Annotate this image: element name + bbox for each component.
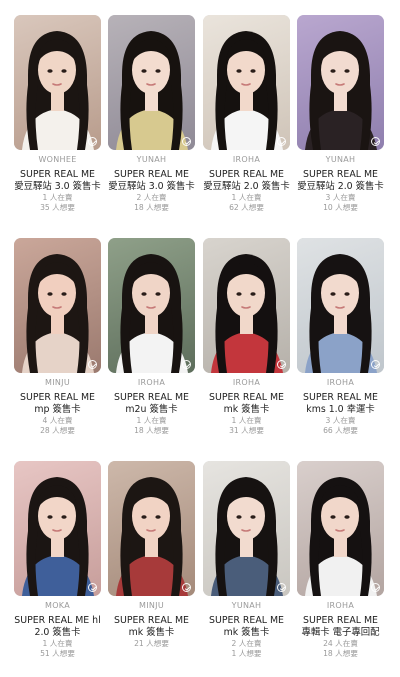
photocard-image[interactable] — [14, 238, 101, 373]
check-circle-icon[interactable] — [182, 583, 191, 592]
photocard-item[interactable]: MINJU SUPER REAL ME mp 簽售卡 4 人在賣 28 人想要 — [13, 238, 102, 435]
photocard-image[interactable] — [108, 238, 195, 373]
photocard-item[interactable]: IROHA SUPER REAL ME m2u 簽售卡 1 人在賣 18 人想要 — [107, 238, 196, 435]
wanted-count: 18 人想要 — [134, 425, 169, 435]
member-name: IROHA — [232, 155, 261, 164]
card-title: SUPER REAL ME 愛豆驛站 2.0 簽售卡 — [203, 169, 290, 192]
card-title: SUPER REAL ME kms 1.0 幸運卡 — [303, 392, 378, 415]
check-circle-icon[interactable] — [182, 137, 191, 146]
photocard-image[interactable] — [14, 461, 101, 596]
member-name: IROHA — [326, 601, 355, 610]
card-title: SUPER REAL ME mk 簽售卡 — [209, 392, 284, 415]
check-circle-icon[interactable] — [277, 137, 286, 146]
selling-count: 1 人在賣 — [136, 416, 167, 425]
member-name: YUNAH — [136, 155, 167, 164]
selling-count: 1 人在賣 — [231, 416, 262, 425]
selling-count: 21 人想要 — [134, 639, 169, 648]
check-circle-icon[interactable] — [182, 360, 191, 369]
wanted-count: 66 人想要 — [323, 425, 358, 435]
card-title: SUPER REAL ME 愛豆驛站 2.0 簽售卡 — [297, 169, 384, 192]
selling-count: 4 人在賣 — [42, 416, 73, 425]
selling-count: 3 人在賣 — [325, 416, 356, 425]
card-title: SUPER REAL ME m2u 簽售卡 — [114, 392, 189, 415]
card-title: SUPER REAL ME 愛豆驛站 3.0 簽售卡 — [14, 169, 101, 192]
wanted-count: 18 人想要 — [134, 202, 169, 212]
member-name: MOKA — [45, 601, 70, 610]
member-name: YUNAH — [325, 155, 356, 164]
check-circle-icon[interactable] — [88, 360, 97, 369]
photocard-item[interactable]: YUNAH SUPER REAL ME 愛豆驛站 2.0 簽售卡 3 人在賣 10 人… — [296, 15, 385, 212]
photocard-image[interactable] — [108, 461, 195, 596]
check-circle-icon[interactable] — [277, 360, 286, 369]
card-title: SUPER REAL ME 愛豆驛站 3.0 簽售卡 — [108, 169, 195, 192]
wanted-count: 62 人想要 — [229, 202, 264, 212]
member-name: MINJU — [139, 601, 164, 610]
selling-count: 2 人在賣 — [231, 639, 262, 648]
photocard-image[interactable] — [297, 15, 384, 150]
photocard-grid: WONHEE SUPER REAL ME 愛豆驛站 3.0 簽售卡 1 人在賣 35 … — [0, 0, 400, 677]
photocard-image[interactable] — [203, 238, 290, 373]
member-name: IROHA — [326, 378, 355, 387]
check-circle-icon[interactable] — [88, 137, 97, 146]
check-circle-icon[interactable] — [371, 360, 380, 369]
photocard-image[interactable] — [108, 15, 195, 150]
check-circle-icon[interactable] — [88, 583, 97, 592]
photocard-item[interactable]: YUNAH SUPER REAL ME 愛豆驛站 3.0 簽售卡 2 人在賣 18 人… — [107, 15, 196, 212]
card-title: SUPER REAL ME 專輯卡 電子專回配 — [301, 615, 380, 638]
card-title: SUPER REAL ME mk 簽售卡 — [209, 615, 284, 638]
check-circle-icon[interactable] — [371, 137, 380, 146]
wanted-count: 18 人想要 — [323, 648, 358, 658]
member-name: YUNAH — [231, 601, 262, 610]
card-title: SUPER REAL ME hl 2.0 簽售卡 — [14, 615, 101, 638]
check-circle-icon[interactable] — [371, 583, 380, 592]
photocard-item[interactable]: IROHA SUPER REAL ME 愛豆驛站 2.0 簽售卡 1 人在賣 62 人… — [202, 15, 291, 212]
selling-count: 1 人在賣 — [231, 193, 262, 202]
photocard-item[interactable]: IROHA SUPER REAL ME kms 1.0 幸運卡 3 人在賣 66 人想… — [296, 238, 385, 435]
wanted-count: 51 人想要 — [40, 648, 75, 658]
photocard-image[interactable] — [203, 461, 290, 596]
member-name: IROHA — [137, 378, 166, 387]
selling-count: 3 人在賣 — [325, 193, 356, 202]
wanted-count: 28 人想要 — [40, 425, 75, 435]
check-circle-icon[interactable] — [277, 583, 286, 592]
selling-count: 24 人在賣 — [323, 639, 358, 648]
photocard-image[interactable] — [297, 461, 384, 596]
photocard-item[interactable]: MOKA SUPER REAL ME hl 2.0 簽售卡 1 人在賣 51 人想要 — [13, 461, 102, 658]
photocard-item[interactable]: YUNAH SUPER REAL ME mk 簽售卡 2 人在賣 1 人想要 — [202, 461, 291, 658]
photocard-item[interactable]: WONHEE SUPER REAL ME 愛豆驛站 3.0 簽售卡 1 人在賣 35 … — [13, 15, 102, 212]
wanted-count: 35 人想要 — [40, 202, 75, 212]
selling-count: 1 人在賣 — [42, 193, 73, 202]
photocard-image[interactable] — [297, 238, 384, 373]
wanted-count: 1 人想要 — [231, 648, 262, 658]
wanted-count: 10 人想要 — [323, 202, 358, 212]
selling-count: 1 人在賣 — [42, 639, 73, 648]
photocard-item[interactable]: MINJU SUPER REAL ME mk 簽售卡 21 人想要 — [107, 461, 196, 649]
member-name: IROHA — [232, 378, 261, 387]
photocard-item[interactable]: IROHA SUPER REAL ME mk 簽售卡 1 人在賣 31 人想要 — [202, 238, 291, 435]
wanted-count: 31 人想要 — [229, 425, 264, 435]
photocard-image[interactable] — [203, 15, 290, 150]
member-name: MINJU — [45, 378, 70, 387]
selling-count: 2 人在賣 — [136, 193, 167, 202]
photocard-item[interactable]: IROHA SUPER REAL ME 專輯卡 電子專回配 24 人在賣 18 人想要 — [296, 461, 385, 658]
card-title: SUPER REAL ME mp 簽售卡 — [20, 392, 95, 415]
member-name: WONHEE — [38, 155, 77, 164]
card-title: SUPER REAL ME mk 簽售卡 — [114, 615, 189, 638]
photocard-image[interactable] — [14, 15, 101, 150]
